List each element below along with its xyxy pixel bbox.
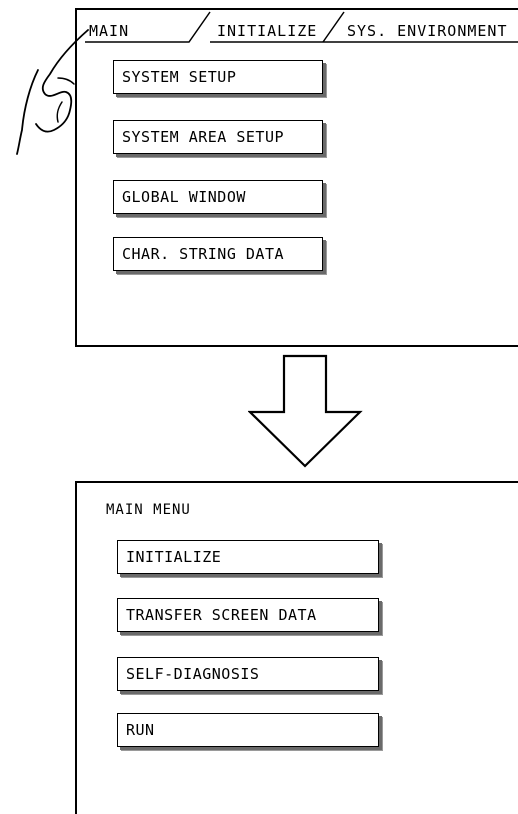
tab-sys-environment[interactable]: SYS. ENVIRONMENT — [347, 22, 508, 40]
run-button[interactable]: RUN — [117, 713, 379, 747]
transfer-screen-data-button[interactable]: TRANSFER SCREEN DATA — [117, 598, 379, 632]
tabbed-menu-panel: MAIN INITIALIZE SYS. ENVIRONMENT SYSTEM … — [75, 8, 518, 347]
system-area-setup-button[interactable]: SYSTEM AREA SETUP — [113, 120, 323, 154]
char-string-data-button[interactable]: CHAR. STRING DATA — [113, 237, 323, 271]
pointing-hand-icon — [16, 29, 89, 155]
self-diagnosis-button[interactable]: SELF-DIAGNOSIS — [117, 657, 379, 691]
main-menu-panel: MAIN MENU INITIALIZE TRANSFER SCREEN DAT… — [75, 481, 518, 814]
down-arrow-icon — [248, 354, 363, 468]
system-setup-button[interactable]: SYSTEM SETUP — [113, 60, 323, 94]
page-title: MAIN MENU — [106, 502, 191, 518]
initialize-button[interactable]: INITIALIZE — [117, 540, 379, 574]
tab-initialize[interactable]: INITIALIZE — [217, 22, 317, 40]
global-window-button[interactable]: GLOBAL WINDOW — [113, 180, 323, 214]
